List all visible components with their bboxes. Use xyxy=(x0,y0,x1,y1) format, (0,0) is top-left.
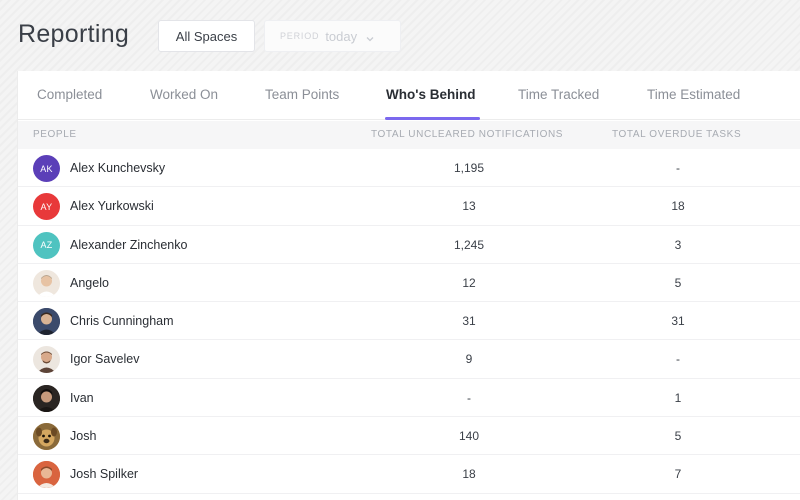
avatar-photo-icon[interactable] xyxy=(33,461,60,489)
overdue-count: 5 xyxy=(674,429,682,444)
table-row[interactable]: Josh 140 5 xyxy=(18,417,800,456)
table-body: AK Alex Kunchevsky 1,195 - AY Alex Yurko… xyxy=(18,149,800,494)
report-tabs: Completed Worked On Team Points Who's Be… xyxy=(18,71,800,120)
notifications-count: 1,195 xyxy=(453,161,485,175)
notifications-count: 9 xyxy=(465,352,473,367)
person-name[interactable]: Igor Savelev xyxy=(70,352,139,366)
tab-whos-behind[interactable]: Who's Behind xyxy=(386,87,475,102)
avatar-initials: AK xyxy=(40,163,53,174)
overdue-count: - xyxy=(676,161,680,175)
person-name[interactable]: Alex Kunchevsky xyxy=(70,161,165,175)
person-name[interactable]: Angelo xyxy=(70,276,109,290)
overdue-count: 31 xyxy=(671,314,685,329)
person-name[interactable]: Josh xyxy=(70,429,96,443)
column-header-people[interactable]: PEOPLE xyxy=(33,129,77,140)
table-row[interactable]: Angelo 12 5 xyxy=(18,264,800,303)
notifications-count: 12 xyxy=(462,275,476,290)
person-name[interactable]: Ivan xyxy=(70,391,94,405)
notifications-count: 1,245 xyxy=(453,237,485,252)
active-tab-indicator xyxy=(385,117,480,120)
avatar-photo-icon[interactable] xyxy=(33,308,60,336)
notifications-count: 140 xyxy=(458,429,480,444)
avatar-photo-icon[interactable] xyxy=(33,384,60,412)
page-title: Reporting xyxy=(18,20,130,48)
notifications-count: 13 xyxy=(462,199,476,214)
table-row[interactable]: Ivan - 1 xyxy=(18,379,800,418)
avatar-photo-icon[interactable] xyxy=(33,269,60,297)
column-header-notifications[interactable]: TOTAL UNCLEARED NOTIFICATIONS xyxy=(371,129,563,140)
tab-time-tracked[interactable]: Time Tracked xyxy=(518,87,599,102)
person-name[interactable]: Alexander Zinchenko xyxy=(70,238,187,252)
table-header: PEOPLE TOTAL UNCLEARED NOTIFICATIONS TOT… xyxy=(18,121,800,149)
avatar-initials: AZ xyxy=(40,240,53,251)
notifications-count: 31 xyxy=(462,314,476,329)
tab-completed[interactable]: Completed xyxy=(37,87,102,102)
chevron-down-icon xyxy=(365,31,375,42)
period-dropdown[interactable]: PERIOD today xyxy=(264,20,401,52)
table-row[interactable]: Josh Spilker 18 7 xyxy=(18,455,800,494)
overdue-count: 18 xyxy=(671,199,685,214)
period-label: PERIOD xyxy=(280,31,320,41)
overdue-count: 3 xyxy=(674,237,682,252)
period-value: today xyxy=(325,28,358,44)
avatar[interactable]: AY xyxy=(33,193,60,221)
person-name[interactable]: Josh Spilker xyxy=(70,467,138,481)
table-row[interactable]: Chris Cunningham 31 31 xyxy=(18,302,800,341)
overdue-count: - xyxy=(676,352,680,367)
table-row[interactable]: AK Alex Kunchevsky 1,195 - xyxy=(18,149,800,188)
tab-time-estimated[interactable]: Time Estimated xyxy=(647,87,740,102)
top-bar: Reporting All Spaces PERIOD today xyxy=(0,0,800,70)
tab-team-points[interactable]: Team Points xyxy=(265,87,339,102)
avatar-photo-icon[interactable] xyxy=(33,346,60,374)
avatar-dog-icon[interactable] xyxy=(33,423,60,451)
table-row[interactable]: AY Alex Yurkowski 13 18 xyxy=(18,187,800,226)
avatar-initials: AY xyxy=(40,201,53,212)
avatar[interactable]: AK xyxy=(33,155,60,182)
table-row[interactable]: AZ Alexander Zinchenko 1,245 3 xyxy=(18,226,800,264)
person-name[interactable]: Chris Cunningham xyxy=(70,314,174,328)
overdue-count: 5 xyxy=(674,275,682,290)
column-header-overdue[interactable]: TOTAL OVERDUE TASKS xyxy=(612,129,741,140)
tab-worked-on[interactable]: Worked On xyxy=(150,87,218,102)
notifications-count: - xyxy=(467,390,471,405)
overdue-count: 7 xyxy=(674,467,682,482)
overdue-count: 1 xyxy=(674,390,682,405)
table-row[interactable]: Igor Savelev 9 - xyxy=(18,340,800,379)
report-panel: Completed Worked On Team Points Who's Be… xyxy=(17,71,800,500)
person-name[interactable]: Alex Yurkowski xyxy=(70,199,154,213)
all-spaces-button[interactable]: All Spaces xyxy=(158,20,255,52)
avatar[interactable]: AZ xyxy=(33,231,60,259)
notifications-count: 18 xyxy=(462,467,476,482)
